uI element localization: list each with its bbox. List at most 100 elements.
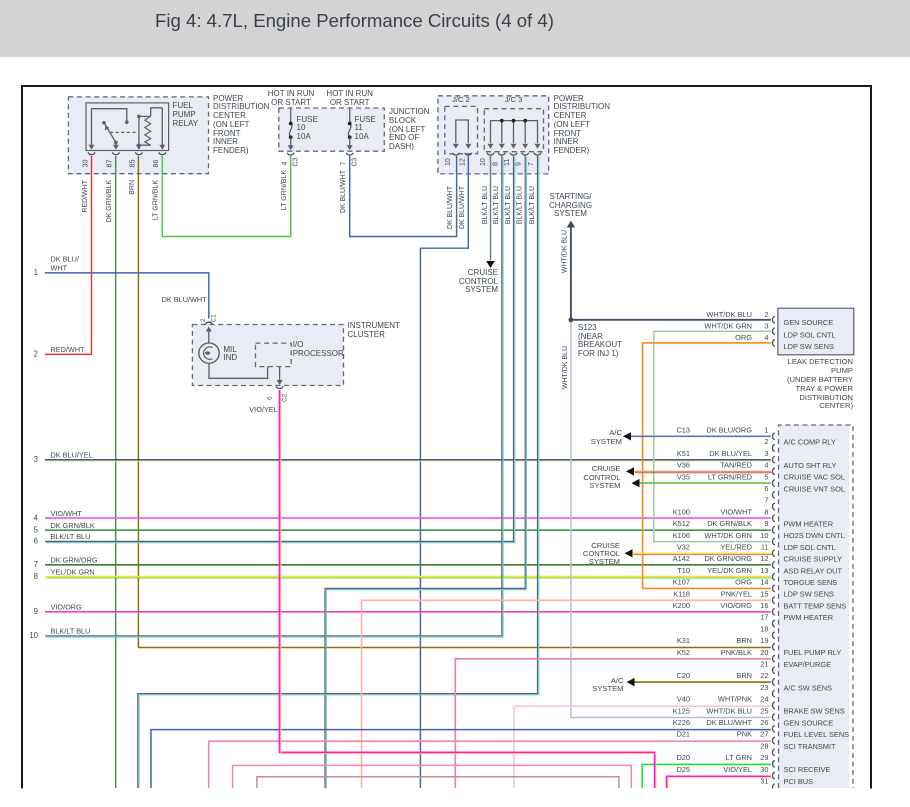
svg-text:K106: K106	[673, 531, 690, 540]
svg-text:21: 21	[760, 660, 768, 669]
svg-text:DK BLU/WHT: DK BLU/WHT	[706, 718, 752, 727]
svg-text:HO2S DWN CNTL: HO2S DWN CNTL	[784, 531, 845, 540]
svg-text:A142: A142	[673, 554, 690, 563]
svg-text:26: 26	[760, 718, 768, 727]
svg-text:11: 11	[761, 543, 769, 552]
svg-text:10: 10	[760, 531, 768, 540]
svg-text:K118: K118	[673, 589, 690, 598]
svg-text:RED/WHT: RED/WHT	[51, 345, 86, 354]
svg-text:28: 28	[760, 741, 768, 750]
svg-text:AUTO SHT RLY: AUTO SHT RLY	[784, 461, 837, 470]
svg-text:DK GRN/BLK: DK GRN/BLK	[106, 180, 113, 223]
svg-text:WHT/DK BLU: WHT/DK BLU	[562, 230, 569, 273]
svg-text:BLK/LT BLU: BLK/LT BLU	[505, 186, 512, 224]
svg-text:DK BLU/: DK BLU/	[51, 255, 80, 264]
svg-text:K200: K200	[673, 601, 690, 610]
svg-text:GEN SOURCE: GEN SOURCE	[784, 718, 834, 727]
svg-text:4: 4	[764, 333, 768, 342]
svg-text:LDP SW SENS: LDP SW SENS	[784, 590, 834, 599]
svg-text:2: 2	[764, 310, 768, 319]
svg-text:ORG: ORG	[735, 578, 752, 587]
svg-text:LT GRN/RED: LT GRN/RED	[708, 472, 752, 481]
svg-text:V40: V40	[677, 695, 690, 704]
svg-text:LDP SOL CNTL: LDP SOL CNTL	[784, 331, 836, 340]
svg-text:DK BLU/YEL: DK BLU/YEL	[709, 449, 752, 458]
svg-text:CRUISE SUPPLY: CRUISE SUPPLY	[784, 555, 843, 564]
svg-text:WHT: WHT	[51, 264, 68, 273]
svg-text:BRAKE SW SENS: BRAKE SW SENS	[784, 707, 845, 716]
svg-text:24: 24	[760, 695, 768, 704]
svg-text:6: 6	[34, 537, 38, 546]
svg-text:PNK: PNK	[737, 730, 752, 739]
svg-text:FUEL LEVEL SENS: FUEL LEVEL SENS	[784, 730, 850, 739]
svg-text:YEL/RED: YEL/RED	[720, 543, 752, 552]
svg-text:C13: C13	[676, 426, 690, 435]
svg-text:C3: C3	[293, 157, 300, 166]
svg-text:7: 7	[764, 496, 768, 505]
svg-text:27: 27	[760, 730, 768, 739]
svg-text:ORG: ORG	[735, 333, 752, 342]
svg-text:PWM HEATER: PWM HEATER	[784, 613, 834, 622]
svg-text:9: 9	[516, 162, 523, 166]
svg-text:9: 9	[764, 519, 768, 528]
svg-text:CRUISE VAC SOL: CRUISE VAC SOL	[784, 473, 845, 482]
svg-text:25: 25	[760, 706, 768, 715]
svg-text:8: 8	[764, 507, 768, 516]
svg-text:1: 1	[764, 426, 768, 435]
svg-text:WHT/DK BLU: WHT/DK BLU	[706, 310, 752, 319]
svg-text:8: 8	[492, 162, 499, 166]
svg-text:10: 10	[480, 158, 487, 166]
svg-text:6: 6	[267, 396, 274, 400]
svg-text:FUEL PUMP RLY: FUEL PUMP RLY	[784, 648, 842, 657]
svg-text:15: 15	[760, 589, 768, 598]
svg-text:WHT/DK BLU: WHT/DK BLU	[706, 706, 752, 715]
svg-text:DK BLU/ORG: DK BLU/ORG	[706, 426, 752, 435]
svg-text:87: 87	[104, 160, 113, 168]
svg-text:K52: K52	[677, 648, 690, 657]
svg-text:PWM HEATER: PWM HEATER	[784, 520, 834, 529]
svg-text:4: 4	[764, 461, 768, 470]
svg-text:3: 3	[764, 321, 768, 330]
svg-text:8: 8	[34, 572, 38, 581]
svg-text:13: 13	[760, 566, 768, 575]
svg-text:YEL/DK GRN: YEL/DK GRN	[707, 566, 752, 575]
svg-text:7: 7	[340, 162, 347, 166]
svg-text:10: 10	[445, 158, 452, 166]
svg-text:VIO/YEL: VIO/YEL	[723, 765, 752, 774]
svg-text:K31: K31	[677, 636, 690, 645]
svg-text:BLK/LT BLU: BLK/LT BLU	[517, 186, 524, 224]
svg-text:9: 9	[34, 607, 38, 616]
svg-text:K100: K100	[673, 507, 690, 516]
svg-text:TORGUE SENS: TORGUE SENS	[784, 578, 838, 587]
svg-text:V32: V32	[677, 543, 690, 552]
svg-text:BLK/LT BLU: BLK/LT BLU	[529, 186, 536, 224]
svg-text:YEL/DK GRN: YEL/DK GRN	[51, 567, 95, 576]
svg-text:A/C COMP RLY: A/C COMP RLY	[784, 438, 836, 447]
svg-text:DK BLU/YEL: DK BLU/YEL	[51, 451, 93, 460]
svg-text:ASD RELAY OUT: ASD RELAY OUT	[784, 566, 843, 575]
svg-text:2: 2	[764, 437, 768, 446]
svg-text:K512: K512	[673, 519, 690, 528]
svg-text:22: 22	[760, 671, 768, 680]
svg-text:DK GRN/ORG: DK GRN/ORG	[704, 554, 752, 563]
svg-text:LDP SW SENS: LDP SW SENS	[784, 342, 834, 351]
svg-text:4: 4	[34, 513, 39, 522]
svg-text:30: 30	[760, 765, 768, 774]
svg-text:LT GRN/BLK: LT GRN/BLK	[281, 170, 288, 211]
svg-text:BATT TEMP SENS: BATT TEMP SENS	[784, 601, 847, 610]
svg-text:BRN: BRN	[736, 671, 752, 680]
svg-text:7: 7	[528, 162, 535, 166]
svg-text:LT GRN/BLK: LT GRN/BLK	[153, 180, 160, 221]
svg-text:RED/WHT: RED/WHT	[82, 179, 89, 212]
svg-text:C1: C1	[211, 314, 218, 323]
svg-text:C3: C3	[352, 157, 359, 166]
svg-text:BLK/LT BLU: BLK/LT BLU	[482, 186, 489, 224]
svg-text:2: 2	[34, 350, 38, 359]
svg-text:PCI BUS: PCI BUS	[784, 777, 814, 786]
svg-text:D20: D20	[676, 753, 690, 762]
svg-text:20: 20	[760, 648, 768, 657]
svg-text:30: 30	[80, 160, 89, 168]
svg-text:V35: V35	[677, 472, 690, 481]
svg-text:VIO/ORG: VIO/ORG	[720, 601, 752, 610]
svg-text:K51: K51	[677, 449, 690, 458]
